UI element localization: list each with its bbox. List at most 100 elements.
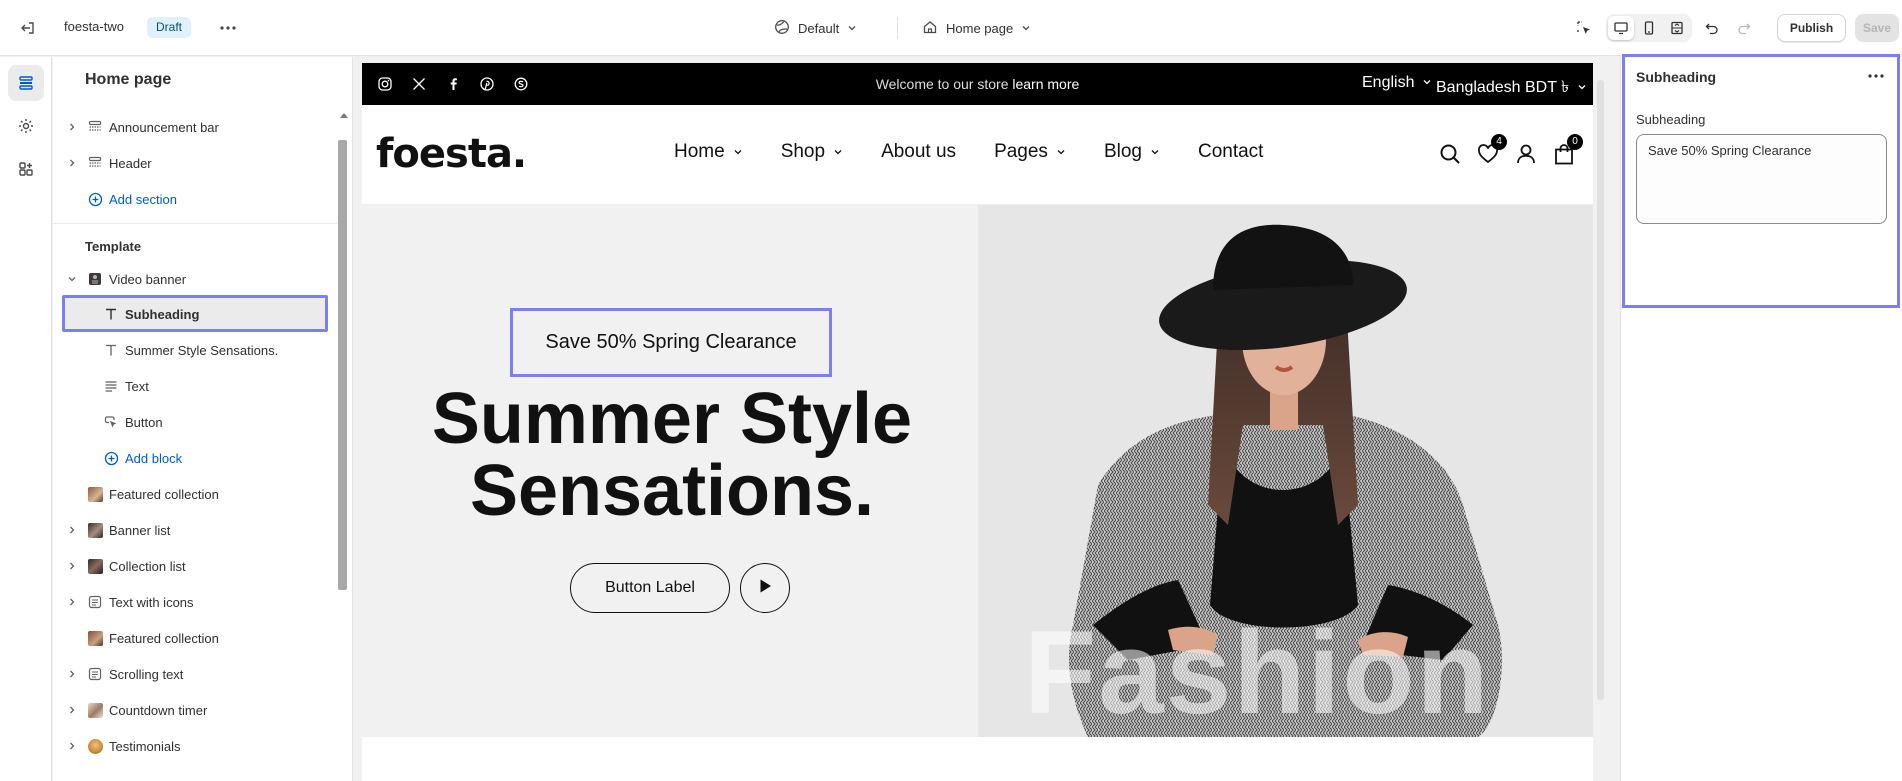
page-selector-label: Home page: [946, 20, 1014, 36]
sidebar-item-header[interactable]: Header: [53, 145, 337, 181]
chevron-right-icon[interactable]: [67, 705, 77, 715]
search-icon[interactable]: [1438, 141, 1462, 167]
section-icon: [87, 119, 103, 135]
sidebar-item-banner-list[interactable]: Banner list: [53, 512, 337, 548]
nav-item-label: Blog: [1103, 141, 1142, 162]
editor-topbar: foesta-two Draft Default Home page Publi…: [0, 0, 1902, 56]
desktop-view-icon[interactable]: [1608, 16, 1634, 40]
device-switcher: [1606, 14, 1692, 42]
block-item-subheading[interactable]: Subheading: [53, 296, 337, 332]
nav-item-shop[interactable]: Shop: [781, 141, 843, 163]
block-item-title[interactable]: Summer Style Sensations.: [53, 332, 337, 368]
sidebar-item-label: Collection list: [109, 558, 186, 574]
page-selector[interactable]: Home page: [922, 14, 1031, 42]
sidebar-item-collection-list[interactable]: Collection list: [53, 548, 337, 584]
theme-settings-icon[interactable]: [8, 108, 44, 144]
sidebar-item-video-banner[interactable]: Video banner: [53, 261, 337, 297]
sidebar-item-scrolling-text[interactable]: Scrolling text: [53, 656, 337, 692]
divider: [897, 17, 898, 39]
section-icon: [87, 155, 103, 171]
account-icon[interactable]: [1514, 141, 1538, 167]
chevron-right-icon[interactable]: [67, 741, 77, 751]
sidebar-item-countdown-timer[interactable]: Countdown timer: [53, 692, 337, 728]
nav-item-blog[interactable]: Blog: [1104, 141, 1160, 163]
nav-item-label: Pages: [994, 141, 1048, 162]
sidebar-item-label: Video banner: [109, 271, 187, 287]
image-thumb-icon: [87, 522, 103, 538]
image-thumb-icon: [87, 702, 103, 718]
divider: [53, 223, 337, 224]
paragraph-icon: [103, 378, 119, 394]
scroll-up-arrow-icon[interactable]: [340, 113, 348, 118]
chevron-right-icon[interactable]: [67, 122, 77, 132]
exit-icon[interactable]: [16, 16, 40, 40]
sidebar-item-announcement-bar[interactable]: Announcement bar: [53, 109, 337, 145]
redo-icon[interactable]: [1732, 16, 1756, 40]
currency-selector[interactable]: Bangladesh BDT ৳: [1436, 74, 1587, 101]
sidebar-item-testimonials[interactable]: Testimonials: [53, 728, 337, 764]
banner-button[interactable]: Button Label: [570, 563, 730, 613]
nav-item-pages[interactable]: Pages: [994, 141, 1066, 163]
sidebar-item-text-with-icons[interactable]: Text with icons: [53, 584, 337, 620]
nav-item-label: About us: [881, 141, 957, 162]
chevron-down-icon: [1021, 21, 1031, 36]
store-logo[interactable]: foesta.: [376, 131, 527, 177]
subheading-textarea[interactable]: Save 50% Spring Clearance: [1636, 134, 1887, 224]
block-item-label: Subheading: [125, 306, 200, 322]
sidebar-scrollbar-thumb[interactable]: [338, 140, 347, 590]
save-button[interactable]: Save: [1855, 14, 1899, 42]
image-thumb-icon: [87, 558, 103, 574]
publish-button[interactable]: Publish: [1777, 14, 1846, 42]
chevron-down-icon: [1577, 79, 1587, 97]
storefront-preview[interactable]: Welcome to our store learn more English …: [362, 63, 1593, 781]
mobile-view-icon[interactable]: [1636, 16, 1662, 40]
chevron-right-icon[interactable]: [67, 525, 77, 535]
fullscreen-view-icon[interactable]: [1664, 16, 1690, 40]
theme-selector[interactable]: Default: [774, 14, 857, 42]
more-actions-icon[interactable]: [1864, 66, 1888, 86]
sidebar-item-label: Testimonials: [109, 738, 181, 754]
chevron-right-icon[interactable]: [67, 561, 77, 571]
apps-icon[interactable]: [8, 151, 44, 187]
video-banner-section[interactable]: Save 50% Spring Clearance Summer Style S…: [362, 205, 1593, 737]
banner-title[interactable]: Summer Style Sensations.: [422, 383, 922, 527]
nav-item-contact[interactable]: Contact: [1198, 141, 1263, 163]
inspector-icon[interactable]: [1572, 16, 1596, 40]
sidebar-item-featured-collection[interactable]: Featured collection: [53, 476, 337, 512]
subheading-field-label: Subheading: [1636, 112, 1706, 127]
undo-icon[interactable]: [1700, 16, 1724, 40]
video-thumb-icon: [87, 271, 103, 287]
language-selector[interactable]: English: [1362, 74, 1432, 92]
button-icon: [103, 414, 119, 430]
chevron-right-icon[interactable]: [67, 669, 77, 679]
settings-panel-title: Subheading: [1636, 69, 1717, 85]
nav-item-about-us[interactable]: About us: [881, 141, 956, 163]
add-block-label: Add block: [125, 450, 183, 466]
image-thumb-icon: [87, 486, 103, 502]
block-item-button[interactable]: Button: [53, 404, 337, 440]
language-label: English: [1362, 74, 1415, 91]
chevron-right-icon[interactable]: [67, 597, 77, 607]
more-actions-icon[interactable]: [216, 16, 240, 40]
add-block-button[interactable]: Add block: [53, 440, 337, 476]
chevron-down-icon[interactable]: [67, 274, 77, 284]
play-video-button[interactable]: [740, 563, 790, 613]
store-name: foesta-two: [64, 19, 124, 34]
text-icon: [103, 306, 119, 322]
cart-icon[interactable]: 0: [1552, 134, 1583, 167]
add-section-button[interactable]: Add section: [53, 181, 337, 217]
preview-scrollbar-thumb[interactable]: [1597, 80, 1604, 700]
banner-title-line: Sensations.: [469, 451, 875, 531]
block-item-text[interactable]: Text: [53, 368, 337, 404]
announcement-link[interactable]: learn more: [1012, 76, 1079, 92]
sections-icon[interactable]: [8, 65, 44, 101]
banner-watermark-text: Fashion: [1024, 607, 1491, 737]
nav-item-home[interactable]: Home: [674, 141, 743, 163]
section-list-icon: [87, 594, 103, 610]
add-section-label: Add section: [109, 191, 177, 207]
sidebar-item-featured-collection-2[interactable]: Featured collection: [53, 620, 337, 656]
wishlist-icon[interactable]: 4: [1476, 134, 1507, 167]
image-thumb-icon: [87, 630, 103, 646]
chevron-right-icon[interactable]: [67, 158, 77, 168]
play-icon: [757, 578, 773, 599]
